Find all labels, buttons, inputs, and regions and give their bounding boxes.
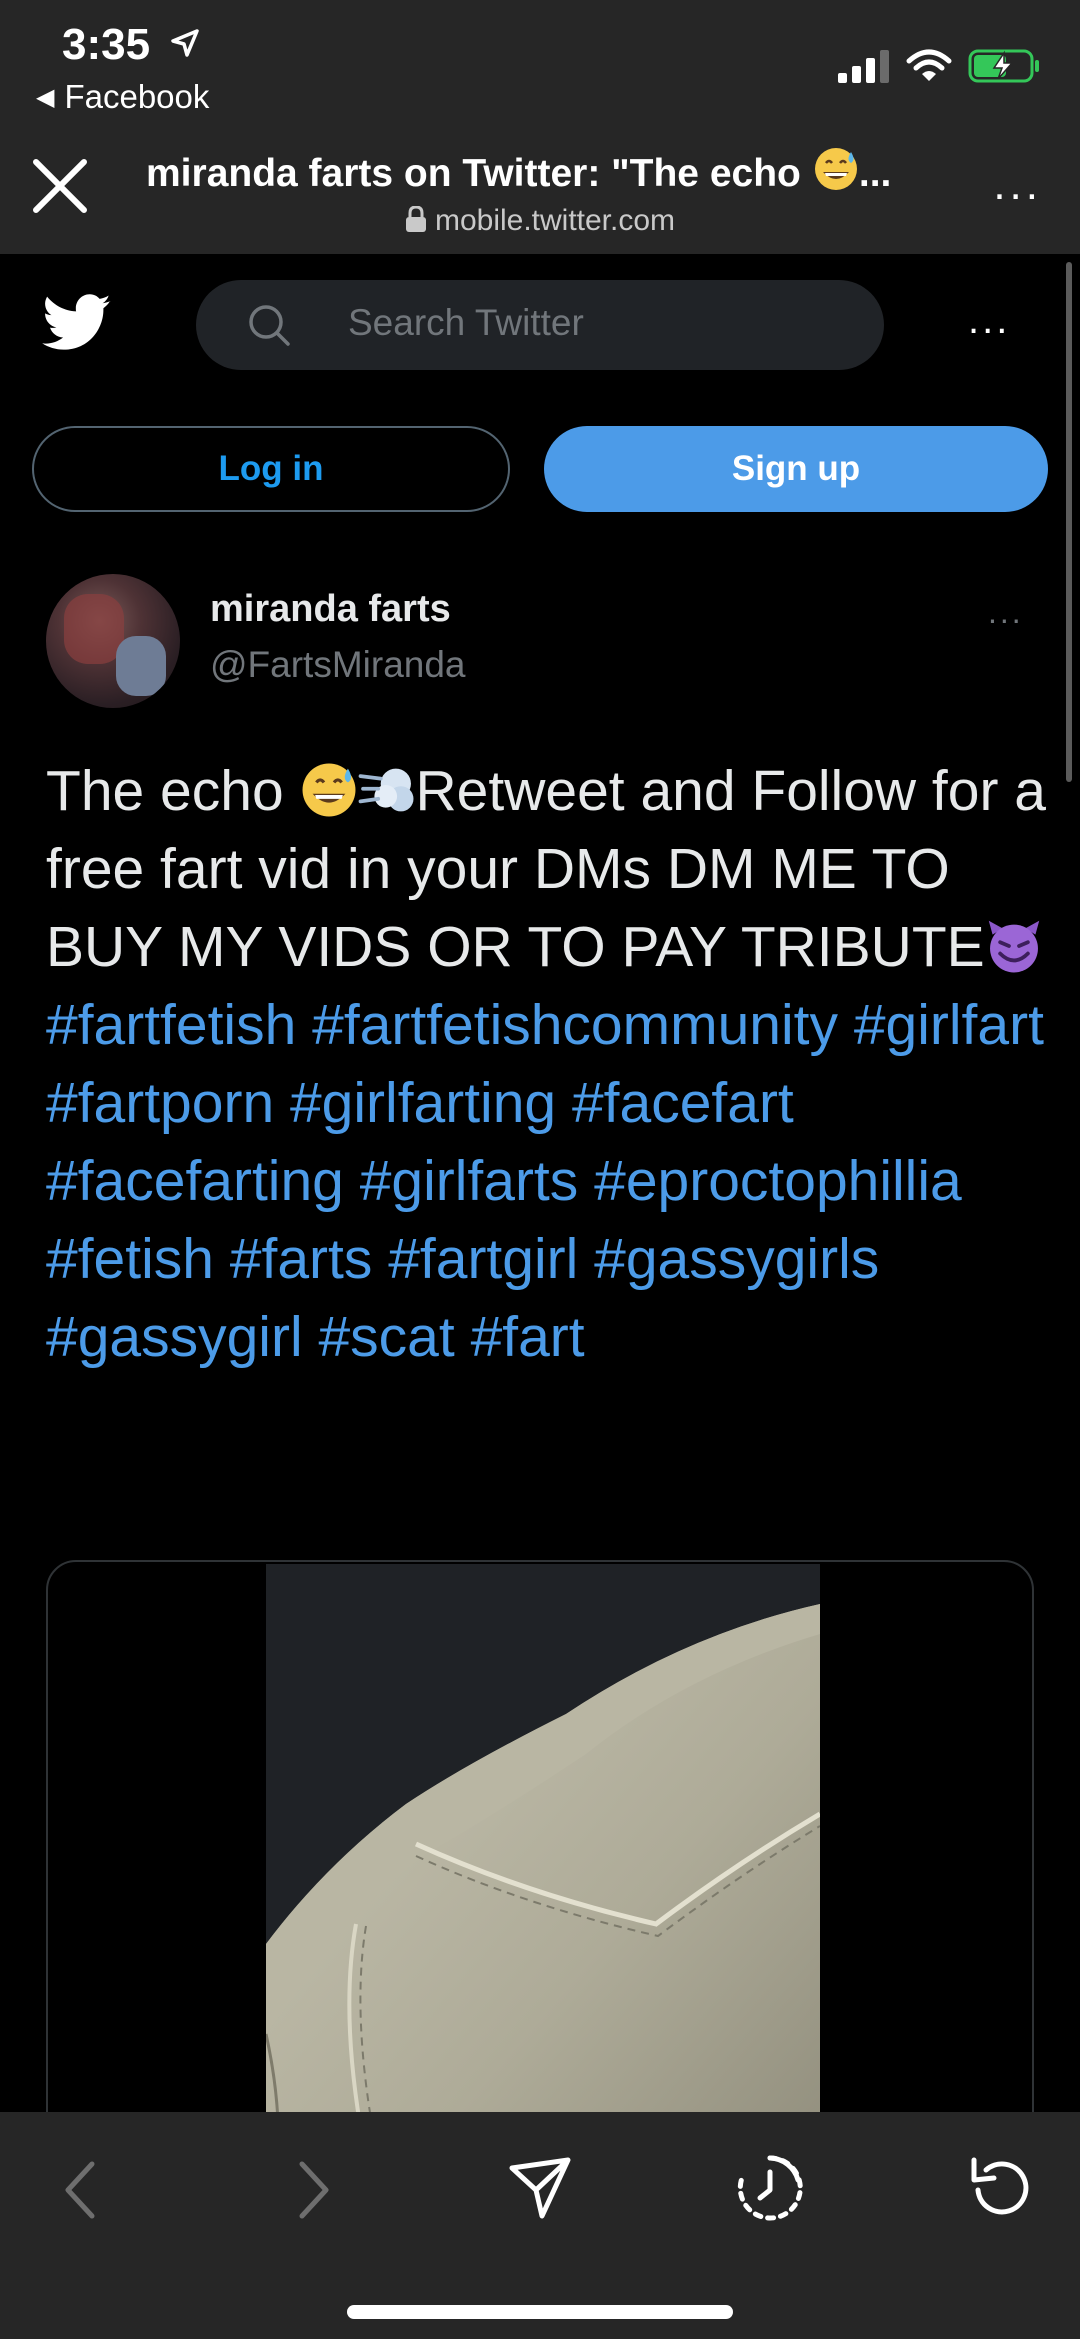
page-scrollbar[interactable] bbox=[1066, 262, 1072, 782]
back-app-label: Facebook bbox=[64, 78, 210, 115]
browser-url-text: mobile.twitter.com bbox=[434, 204, 676, 237]
status-time: 3:35 bbox=[62, 20, 151, 69]
hashtag-link[interactable]: #fartfetish bbox=[46, 993, 296, 1057]
browser-url[interactable]: mobile.twitter.com bbox=[0, 204, 1080, 238]
hashtags: #fartfetish #fartfetishcommunity #girlfa… bbox=[46, 993, 1044, 1369]
signup-button[interactable]: Sign up bbox=[544, 426, 1048, 512]
hashtag-link[interactable]: #gassygirl bbox=[46, 1305, 303, 1369]
hashtag-link[interactable]: #fetish bbox=[46, 1227, 214, 1291]
tweet-display-name[interactable]: miranda farts bbox=[210, 588, 451, 631]
hashtag-link[interactable]: #facefart bbox=[572, 1071, 794, 1135]
search-box[interactable] bbox=[196, 280, 884, 370]
back-to-app-link[interactable]: ◀ Facebook bbox=[36, 78, 209, 116]
tweet-handle[interactable]: @FartsMiranda bbox=[210, 644, 466, 686]
status-icons bbox=[838, 48, 1040, 84]
history-icon[interactable] bbox=[734, 2152, 806, 2224]
battery-charging-icon bbox=[968, 49, 1039, 83]
browser-chrome-top: 3:35 ◀ Facebook miranda farts on Twitter:… bbox=[0, 0, 1080, 254]
search-input[interactable] bbox=[348, 302, 848, 344]
signal-icon bbox=[838, 50, 889, 83]
hashtag-link[interactable]: #gassygirls bbox=[594, 1227, 879, 1291]
tweet-text: The echo Retweet and Follow for a free f… bbox=[46, 752, 1046, 1376]
lock-icon bbox=[405, 206, 426, 232]
hashtag-link[interactable]: #fartporn bbox=[46, 1071, 274, 1135]
location-arrow-icon bbox=[171, 29, 199, 57]
twitter-more-button[interactable]: ... bbox=[968, 298, 1010, 343]
login-button[interactable]: Log in bbox=[32, 426, 510, 512]
back-triangle-icon: ◀ bbox=[36, 84, 55, 111]
refresh-icon[interactable] bbox=[964, 2152, 1036, 2224]
browser-title-text: miranda farts on Twitter: "The echo bbox=[146, 152, 801, 195]
hashtag-link[interactable]: #facefarting bbox=[46, 1149, 344, 1213]
browser-page-title: miranda farts on Twitter: "The echo... bbox=[146, 146, 946, 202]
search-icon bbox=[249, 305, 290, 346]
hashtag-link[interactable]: #farts bbox=[230, 1227, 373, 1291]
smiling-devil-emoji-icon bbox=[988, 920, 1039, 973]
tweet-text-start: The echo bbox=[46, 759, 300, 823]
tweet-more-button[interactable]: ... bbox=[988, 594, 1024, 631]
browser-title-ellipsis: ... bbox=[858, 152, 892, 195]
hashtag-link[interactable]: #scat bbox=[318, 1305, 454, 1369]
browser-toolbar bbox=[0, 2112, 1080, 2339]
hashtag-link[interactable]: #girlfart bbox=[854, 993, 1044, 1057]
share-icon[interactable] bbox=[506, 2154, 574, 2222]
hashtag-link[interactable]: #girlfarts bbox=[360, 1149, 579, 1213]
home-indicator[interactable] bbox=[347, 2305, 733, 2319]
hashtag-link[interactable]: #girlfarting bbox=[290, 1071, 556, 1135]
wifi-icon bbox=[906, 49, 952, 81]
dash-emoji-icon bbox=[358, 768, 413, 812]
hashtag-link[interactable]: #fartgirl bbox=[388, 1227, 578, 1291]
hashtag-link[interactable]: #fartfetishcommunity bbox=[312, 993, 838, 1057]
twitter-bird-icon[interactable] bbox=[42, 294, 112, 352]
back-chevron-icon[interactable] bbox=[58, 2158, 104, 2222]
avatar[interactable] bbox=[46, 574, 180, 708]
browser-more-button[interactable]: ... bbox=[993, 160, 1042, 210]
forward-chevron-icon[interactable] bbox=[290, 2158, 336, 2222]
tweet-media-photo bbox=[266, 1564, 820, 2204]
hashtag-link[interactable]: #eproctophillia bbox=[594, 1149, 962, 1213]
hashtag-link[interactable]: #fart bbox=[471, 1305, 585, 1369]
grinning-sweat-emoji-icon bbox=[302, 763, 355, 817]
grinning-sweat-emoji-icon bbox=[813, 146, 859, 202]
